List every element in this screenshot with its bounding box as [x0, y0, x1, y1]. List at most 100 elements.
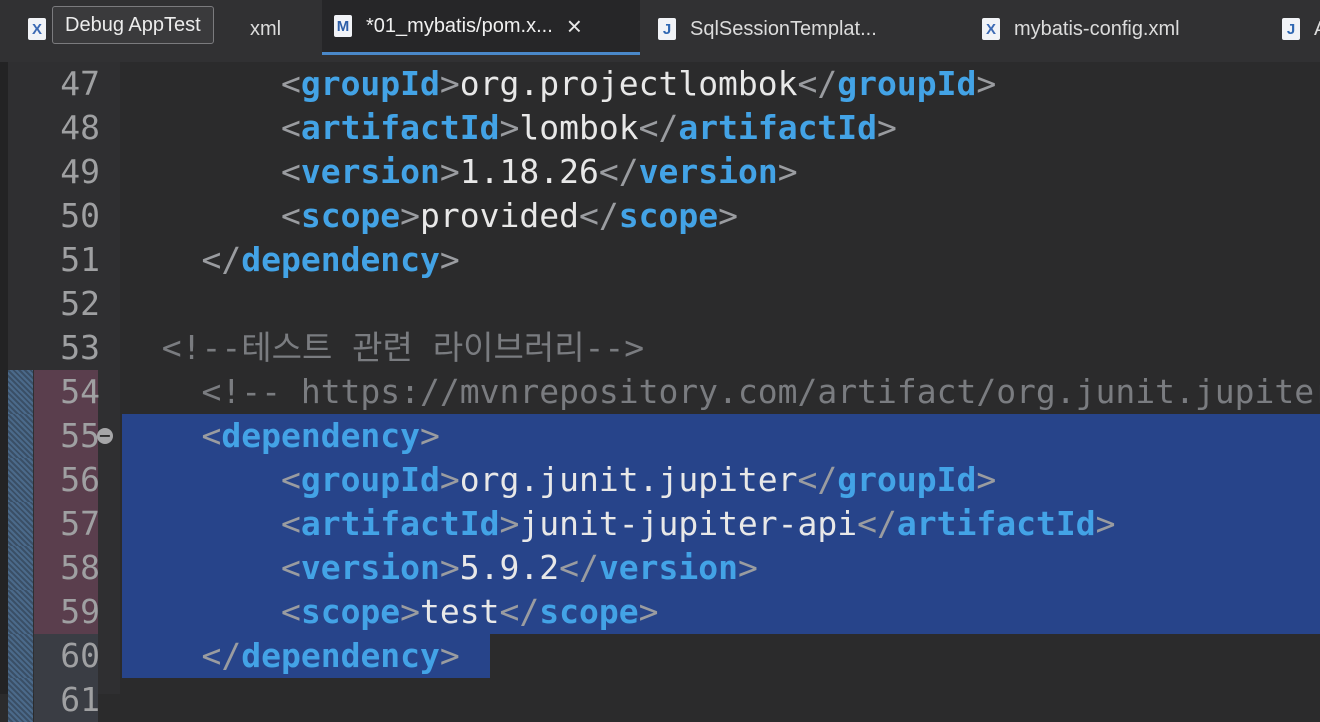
- close-tab-icon[interactable]: ×: [567, 13, 582, 39]
- line-number: 54: [60, 372, 100, 411]
- tab-label: *01_mybatis/pom.x...: [366, 14, 553, 37]
- tab-label: A: [1314, 18, 1320, 41]
- bracket: >: [439, 548, 460, 587]
- bracket: >: [420, 416, 440, 455]
- code-line[interactable]: 54 <!-- https://mvnrepository.com/artifa…: [0, 370, 1320, 414]
- java-file-icon: J: [658, 18, 676, 40]
- fold-toggle-icon[interactable]: −: [97, 428, 113, 444]
- code-content: <scope>test</scope>: [122, 590, 659, 634]
- code-line[interactable]: 53 <!--테스트 관련 라이브러리-->: [0, 326, 1320, 370]
- bracket: <: [280, 504, 301, 543]
- code-line[interactable]: 48 <artifactId>lombok</artifactId>: [0, 106, 1320, 150]
- line-number: 57: [60, 504, 100, 543]
- bracket: <: [280, 548, 301, 587]
- tab-5[interactable]: JA: [1270, 0, 1320, 58]
- xml-file-icon: X: [982, 18, 1000, 40]
- tag-name: version: [598, 548, 738, 587]
- bracket: >: [439, 152, 460, 191]
- xml-comment: <!-- https://mvnrepository.com/artifact/…: [201, 372, 1320, 411]
- tag-value: lombok: [519, 108, 639, 147]
- code-content: <!--테스트 관련 라이브러리-->: [122, 326, 644, 370]
- bracket: </: [598, 152, 639, 191]
- line-number: 55: [60, 416, 100, 455]
- bracket: </: [638, 108, 679, 147]
- tag-name: artifactId: [300, 504, 500, 543]
- bracket: >: [439, 64, 460, 103]
- xml-comment: <!--테스트 관련 라이브러리-->: [161, 328, 645, 367]
- java-file-icon: J: [1282, 18, 1300, 40]
- code-content: <artifactId>lombok</artifactId>: [122, 106, 897, 150]
- line-number: 60: [60, 636, 100, 675]
- bracket: >: [439, 240, 460, 279]
- bracket: </: [201, 240, 242, 279]
- bracket: <: [280, 460, 301, 499]
- code-line[interactable]: 59 <scope>test</scope>: [0, 590, 1320, 634]
- tag-value: 1.18.26: [459, 152, 599, 191]
- code-content: <groupId>org.projectlombok</groupId>: [122, 62, 996, 106]
- code-content: </dependency>: [122, 238, 460, 282]
- bracket: <: [280, 196, 301, 235]
- line-number: 59: [60, 592, 100, 631]
- tag-name: groupId: [300, 460, 440, 499]
- code-line[interactable]: 61: [0, 678, 1320, 722]
- bracket: </: [797, 64, 838, 103]
- tag-name: scope: [618, 196, 719, 235]
- line-number: 48: [60, 108, 100, 147]
- code-line[interactable]: 55 <dependency>: [0, 414, 1320, 458]
- tag-name: dependency: [221, 416, 421, 455]
- tab-label: SqlSessionTemplat...: [690, 17, 877, 40]
- bracket: >: [439, 636, 460, 675]
- bracket: >: [1095, 504, 1116, 543]
- tag-name: version: [638, 152, 778, 191]
- line-number: 52: [60, 284, 100, 323]
- bracket: <: [280, 152, 301, 191]
- line-number: 51: [60, 240, 100, 279]
- tab-label: mybatis-config.xml: [1014, 17, 1180, 40]
- tab-3[interactable]: J SqlSessionTemplat...: [646, 0, 958, 58]
- tag-name: version: [300, 152, 440, 191]
- tag-name: groupId: [300, 64, 440, 103]
- bracket: >: [737, 548, 758, 587]
- bracket: </: [499, 592, 540, 631]
- bracket: >: [400, 196, 421, 235]
- line-number: 49: [60, 152, 100, 191]
- tab-4[interactable]: Xmybatis-config.xml: [970, 0, 1230, 58]
- bracket: >: [499, 108, 520, 147]
- tag-name: scope: [300, 196, 401, 235]
- tab-2[interactable]: M *01_mybatis/pom.x... ×: [322, 0, 640, 55]
- xml-file-icon: X: [28, 18, 46, 40]
- code-line[interactable]: 57 <artifactId>junit-jupiter-api</artifa…: [0, 502, 1320, 546]
- code-content: </dependency>: [122, 634, 460, 678]
- code-content: <dependency>: [122, 414, 440, 458]
- tag-name: artifactId: [300, 108, 500, 147]
- tag-value: org.projectlombok: [459, 64, 798, 103]
- tag-value: provided: [420, 196, 579, 235]
- tab-label: xml: [250, 17, 282, 40]
- tag-name: artifactId: [896, 504, 1096, 543]
- bracket: >: [499, 504, 520, 543]
- tag-name: artifactId: [678, 108, 878, 147]
- code-line[interactable]: 51 </dependency>: [0, 238, 1320, 282]
- tag-value: test: [420, 592, 500, 631]
- code-line[interactable]: 49 <version>1.18.26</version>: [0, 150, 1320, 194]
- tag-name: groupId: [837, 460, 977, 499]
- code-line[interactable]: 52: [0, 282, 1320, 326]
- code-content: <groupId>org.junit.jupiter</groupId>: [122, 458, 996, 502]
- code-line[interactable]: 50 <scope>provided</scope>: [0, 194, 1320, 238]
- code-line[interactable]: 58 <version>5.9.2</version>: [0, 546, 1320, 590]
- code-line[interactable]: 56 <groupId>org.junit.jupiter</groupId>: [0, 458, 1320, 502]
- bracket: </: [201, 636, 242, 675]
- bracket: >: [976, 460, 997, 499]
- maven-file-icon: M: [334, 15, 352, 37]
- line-number: 56: [60, 460, 100, 499]
- code-content: <version>5.9.2</version>: [122, 546, 758, 590]
- tag-name: groupId: [837, 64, 977, 103]
- code-line[interactable]: 60 </dependency>: [0, 634, 1320, 678]
- bracket: >: [777, 152, 798, 191]
- bracket: <: [280, 64, 301, 103]
- code-line[interactable]: 47 <groupId>org.projectlombok</groupId>: [0, 62, 1320, 106]
- code-editor[interactable]: 47 <groupId>org.projectlombok</groupId> 4…: [0, 62, 1320, 722]
- bracket: >: [718, 196, 738, 235]
- code-content: <scope>provided</scope>: [122, 194, 738, 238]
- tag-name: scope: [539, 592, 639, 631]
